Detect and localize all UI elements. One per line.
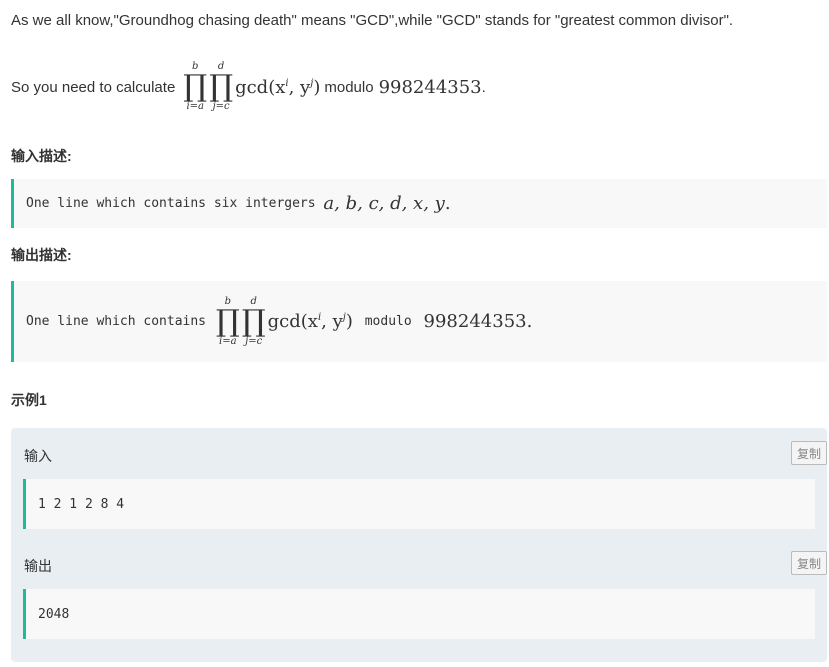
problem-intro: As we all know,"Groundhog chasing death"…: [11, 12, 734, 29]
example-output-block: 2048: [23, 589, 815, 639]
input-desc-text: One line which contains six intergers: [26, 196, 324, 211]
input-desc-vars: a, b, c, d, x, y: [323, 193, 445, 214]
output-desc-heading: 输出描述:: [11, 247, 72, 263]
prod-j-lower: j=c: [212, 101, 230, 112]
output-desc-text: One line which contains: [26, 314, 214, 329]
prod-i-symbol: ∏: [183, 69, 208, 104]
output-product-formula: b ∏ i=a d ∏ j=c gcd(xi, yj): [215, 295, 353, 347]
example-heading: 示例1: [11, 392, 47, 408]
modulo-word: modulo: [324, 78, 374, 96]
prod-j-symbol: ∏: [209, 69, 234, 104]
calc-end: .: [481, 78, 486, 96]
example-output-value: 2048: [38, 606, 70, 622]
output-desc-modulo: modulo: [356, 314, 420, 329]
output-desc-block: One line which contains b ∏ i=a d ∏ j=c …: [11, 281, 827, 362]
example-input-value: 1 2 1 2 8 4: [38, 496, 125, 512]
input-desc-heading: 输入描述:: [11, 148, 72, 164]
example-output-label: 输出: [24, 558, 52, 574]
output-desc-modnum: 998244353: [423, 311, 527, 332]
product-i: b ∏ i=a: [183, 61, 207, 113]
calc-prefix: So you need to calculate: [11, 78, 176, 96]
example-input-block: 1 2 1 2 8 4: [23, 479, 815, 529]
copy-input-button[interactable]: 复制: [791, 441, 827, 465]
product-formula: b ∏ i=a d ∏ j=c gcd(xi, yj): [183, 61, 320, 113]
modulo-number: 998244353: [378, 76, 482, 98]
input-desc-block: One line which contains six intergers a,…: [11, 179, 827, 228]
example-input-label: 输入: [24, 448, 52, 464]
example-panel: 输入 复制 1 2 1 2 8 4 输出 复制 2048: [11, 428, 827, 662]
prod-i-lower: i=a: [186, 101, 205, 112]
product-j: d ∏ j=c: [209, 61, 233, 113]
calc-statement: So you need to calculate b ∏ i=a d ∏ j=c…: [11, 56, 486, 118]
gcd-expression: gcd(xi, yj): [235, 76, 321, 98]
copy-output-button[interactable]: 复制: [791, 551, 827, 575]
